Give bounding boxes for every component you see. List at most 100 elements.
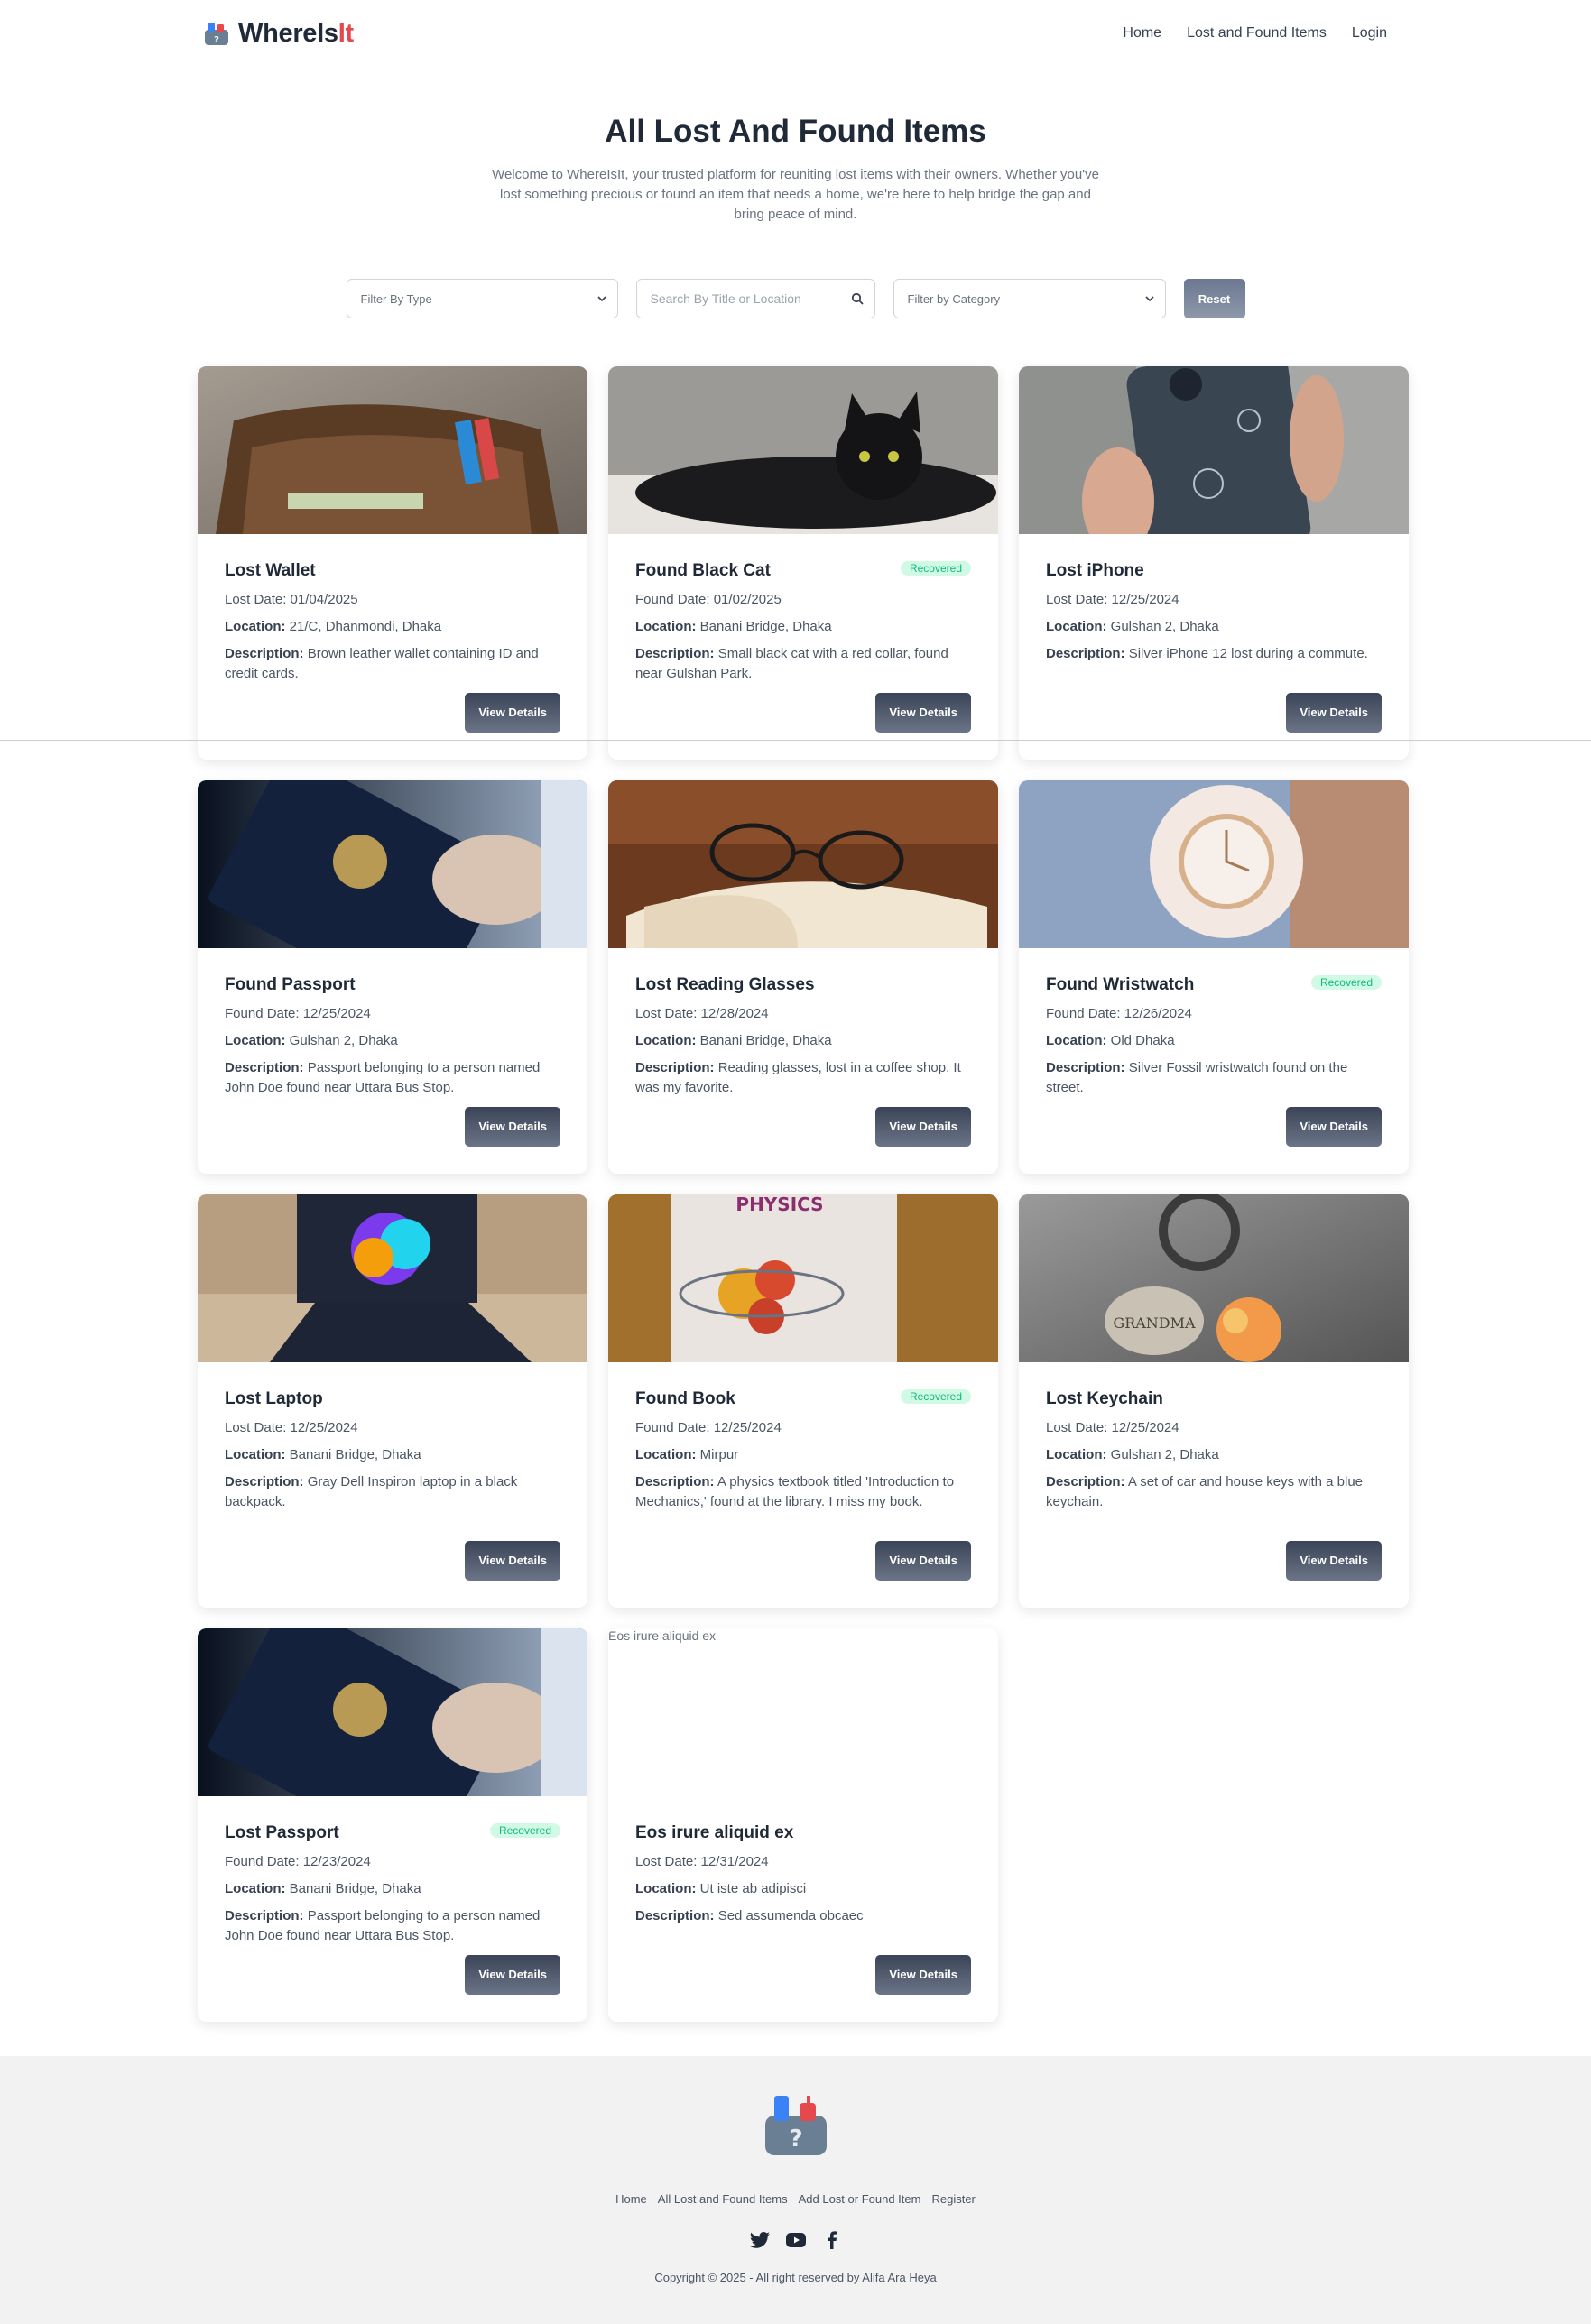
item-location: Location: 21/C, Dhanmondi, Dhaka [225,617,560,637]
description-value: Silver iPhone 12 lost during a commute. [1128,646,1368,661]
footer-link-all-items[interactable]: All Lost and Found Items [658,2192,788,2206]
image-alt-text: Eos irure aliquid ex [608,1628,717,1643]
view-details-button[interactable]: View Details [465,1955,560,1995]
location-label: Location: [1046,619,1107,634]
item-card: Eos irure aliquid ex Eos irure aliquid e… [608,1628,998,2022]
card-body: Lost Keychain Lost Date: 12/25/2024 Loca… [1019,1362,1409,1608]
item-image [1019,366,1409,534]
card-body: Lost Wallet Lost Date: 01/04/2025 Locati… [198,534,587,760]
recovered-badge: Recovered [489,1823,560,1838]
filter-by-type-label: Filter By Type [360,291,432,306]
view-details-button[interactable]: View Details [875,1955,971,1995]
item-location: Location: Old Dhaka [1046,1031,1382,1051]
facebook-icon[interactable] [821,2229,843,2251]
nav-login[interactable]: Login [1352,25,1387,42]
social-links [0,2229,1591,2251]
item-image [198,366,587,534]
item-description: Description: Passport belonging to a per… [225,1058,560,1098]
location-value: Gulshan 2, Dhaka [289,1033,398,1048]
item-location: Location: Banani Bridge, Dhaka [225,1445,560,1465]
item-image [608,780,998,948]
card-body: Recovered Lost Passport Found Date: 12/2… [198,1796,587,2022]
item-date: Found Date: 12/25/2024 [635,1420,782,1435]
svg-text:?: ? [214,35,219,45]
location-value: Banani Bridge, Dhaka [289,1881,421,1896]
location-value: Ut iste ab adipisci [699,1881,807,1896]
item-location: Location: Banani Bridge, Dhaka [635,1031,971,1051]
item-card: Lost Wallet Lost Date: 01/04/2025 Locati… [198,366,587,760]
item-card: Lost Laptop Lost Date: 12/25/2024 Locati… [198,1194,587,1608]
description-label: Description: [635,1474,715,1489]
item-image [198,780,587,948]
filter-by-category-select[interactable]: Filter by Category [893,279,1166,318]
item-card: Lost iPhone Lost Date: 12/25/2024 Locati… [1019,366,1409,760]
hero: All Lost And Found Items Welcome to Wher… [0,114,1591,225]
search-input[interactable]: Search By Title or Location [635,279,875,318]
reset-button[interactable]: Reset [1183,279,1245,318]
view-details-button[interactable]: View Details [465,1541,560,1581]
filter-by-type-select[interactable]: Filter By Type [346,279,618,318]
location-label: Location: [1046,1033,1107,1048]
item-title: Lost iPhone [1046,561,1144,580]
location-label: Location: [225,1447,286,1462]
nav-lost-and-found-items[interactable]: Lost and Found Items [1187,25,1327,42]
location-label: Location: [635,1033,697,1048]
description-label: Description: [225,646,304,661]
footer-link-register[interactable]: Register [931,2192,975,2206]
svg-text:GRANDMA: GRANDMA [1113,1314,1196,1332]
card-footer: View Details [635,1541,971,1581]
item-date: Lost Date: 01/04/2025 [225,592,358,607]
item-card: Recovered Found Wristwatch Found Date: 1… [1019,780,1409,1174]
item-card: PHYSICS Recovered Found Book Found Date:… [608,1194,998,1608]
item-image [198,1628,587,1796]
view-details-button[interactable]: View Details [875,693,971,733]
view-details-button[interactable]: View Details [465,1107,560,1147]
nav-home[interactable]: Home [1123,25,1161,42]
view-details-button[interactable]: View Details [1286,1107,1382,1147]
item-description: Description: A set of car and house keys… [1046,1472,1382,1512]
filter-bar: Filter By Type Search By Title or Locati… [0,279,1591,318]
item-image [1019,780,1409,948]
footer-links: Home All Lost and Found Items Add Lost o… [0,2192,1591,2206]
item-location: Location: Banani Bridge, Dhaka [635,617,971,637]
twitter-icon[interactable] [749,2229,771,2251]
card-body: Recovered Found Wristwatch Found Date: 1… [1019,948,1409,1174]
card-footer: View Details [225,1955,560,1995]
item-location: Location: Gulshan 2, Dhaka [1046,617,1382,637]
view-details-button[interactable]: View Details [875,1541,971,1581]
card-footer: View Details [1046,693,1382,733]
svg-text:?: ? [789,2126,802,2153]
item-description: Description: Sed assumenda obcaec [635,1906,971,1926]
footer-link-add-item[interactable]: Add Lost or Found Item [799,2192,921,2206]
footer-link-home[interactable]: Home [615,2192,647,2206]
logo[interactable]: ? WhereIsIt [202,19,354,49]
card-body: Lost Reading Glasses Lost Date: 12/28/20… [608,948,998,1174]
card-body: Lost iPhone Lost Date: 12/25/2024 Locati… [1019,534,1409,760]
page-title: All Lost And Found Items [605,114,986,149]
item-card: Recovered Lost Passport Found Date: 12/2… [198,1628,587,2022]
item-date: Found Date: 12/23/2024 [225,1854,371,1869]
view-details-button[interactable]: View Details [465,693,560,733]
item-date: Found Date: 12/26/2024 [1046,1006,1192,1021]
view-details-button[interactable]: View Details [1286,693,1382,733]
item-location: Location: Mirpur [635,1445,971,1465]
item-image [608,366,998,534]
item-image-broken: Eos irure aliquid ex [608,1628,998,1796]
chevron-down-icon [1144,296,1154,302]
description-label: Description: [1046,1060,1125,1075]
description-label: Description: [1046,646,1125,661]
description-label: Description: [225,1474,304,1489]
item-description: Description: Gray Dell Inspiron laptop i… [225,1472,560,1512]
footer-logo-icon: ? [764,2096,827,2155]
youtube-icon[interactable] [785,2229,807,2251]
view-details-button[interactable]: View Details [875,1107,971,1147]
card-footer: View Details [225,693,560,733]
location-value: Banani Bridge, Dhaka [699,1033,832,1048]
item-image: GRANDMA [1019,1194,1409,1362]
item-title: Lost Laptop [225,1389,323,1408]
view-details-button[interactable]: View Details [1286,1541,1382,1581]
location-label: Location: [635,1447,697,1462]
recovered-badge: Recovered [1310,975,1382,990]
card-body: Recovered Found Book Found Date: 12/25/2… [608,1362,998,1608]
card-footer: View Details [225,1541,560,1581]
